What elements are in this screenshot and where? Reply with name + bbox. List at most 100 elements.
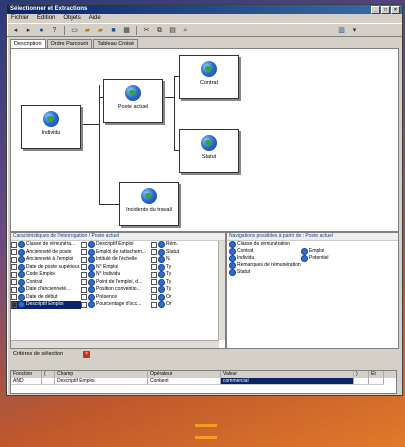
checkbox[interactable] [151, 271, 157, 278]
list-item[interactable]: Classe de rémunéra... [11, 241, 81, 249]
node-individu[interactable]: Individu [21, 105, 81, 149]
checkbox[interactable] [11, 294, 17, 301]
list-item[interactable]: Intitulé de l'échelle [81, 256, 151, 264]
column-header[interactable]: Et [369, 371, 384, 378]
grid-icon[interactable]: ▦ [121, 24, 132, 36]
help-icon[interactable]: ? [49, 24, 60, 36]
table-cell[interactable]: commercial [221, 378, 354, 385]
list-item[interactable]: Date de poste supérieur... [11, 264, 81, 272]
menu-fichier[interactable]: Fichier [11, 14, 29, 23]
node-incidents[interactable]: Incidents du travail [119, 182, 179, 226]
column-header[interactable]: ) [354, 371, 369, 378]
node-poste-actuel[interactable]: Poste actuel [103, 79, 163, 123]
checkbox[interactable] [151, 241, 157, 248]
checkbox[interactable] [81, 271, 87, 278]
list-item[interactable]: N. [151, 256, 217, 264]
list-item[interactable]: Rém. [151, 241, 217, 249]
list-item[interactable]: Descriptif Emploi [81, 241, 151, 249]
checkbox[interactable] [81, 294, 87, 301]
maximize-icon[interactable]: □ [381, 6, 390, 14]
table-cell[interactable] [354, 378, 369, 385]
list-item[interactable]: Pourcentage d'occ... [81, 301, 151, 309]
checkbox[interactable] [151, 294, 157, 301]
checkbox[interactable] [11, 271, 17, 278]
checkbox[interactable] [11, 286, 17, 293]
find-icon[interactable]: ⌕ [180, 24, 191, 36]
tab-ordre-parcourir[interactable]: Ordre Parcourir [46, 39, 93, 48]
checkbox[interactable] [81, 301, 87, 308]
checkbox[interactable] [81, 241, 87, 248]
checkbox[interactable] [81, 279, 87, 286]
close-icon[interactable]: × [391, 6, 400, 14]
column-header[interactable]: Opérateur [148, 371, 221, 378]
list-item[interactable]: Statut [151, 249, 217, 257]
list-item[interactable]: Ty [151, 279, 217, 287]
copy-icon[interactable]: ⧉ [154, 24, 165, 36]
navigation-item[interactable]: Individu [227, 255, 299, 262]
navigation-item[interactable]: Classe de rémunération [227, 241, 377, 248]
save-icon[interactable]: ■ [108, 24, 119, 36]
new-icon[interactable]: ▭ [69, 24, 80, 36]
navigation-item[interactable]: Remarques de rémunération [227, 262, 377, 269]
cut-icon[interactable]: ✂ [141, 24, 152, 36]
view-icon[interactable]: ▥ [336, 24, 347, 36]
checkbox[interactable] [151, 286, 157, 293]
checkbox[interactable] [151, 264, 157, 271]
tab-description[interactable]: Description [10, 39, 46, 48]
table-cell[interactable]: Descriptif Emploi [55, 378, 148, 385]
minimize-icon[interactable]: _ [371, 6, 380, 14]
checkbox[interactable] [11, 279, 17, 286]
checkbox[interactable] [151, 301, 157, 308]
table-cell[interactable] [42, 378, 55, 385]
navigation-item[interactable]: Statut [227, 269, 377, 276]
navigation-item[interactable]: Contrat [227, 248, 299, 255]
tab-tableau-croise[interactable]: Tableau Croisé [93, 39, 139, 48]
list-item[interactable]: Ty [151, 271, 217, 279]
column-header[interactable]: Champ [55, 371, 148, 378]
forward-icon[interactable]: ▸ [23, 24, 34, 36]
menu-edition[interactable]: Édition [37, 14, 55, 23]
checkbox[interactable] [81, 286, 87, 293]
list-item[interactable]: Contrat [11, 279, 81, 287]
node-contrat[interactable]: Contrat [179, 55, 239, 99]
list-item[interactable]: Ty [151, 264, 217, 272]
checkbox[interactable] [11, 256, 17, 263]
list-item[interactable]: Code Emploi [11, 271, 81, 279]
list-item[interactable]: N° Individu [81, 271, 151, 279]
checkbox[interactable] [151, 279, 157, 286]
navigation-item[interactable]: Potentiel [299, 255, 371, 262]
checkbox[interactable] [11, 264, 17, 271]
list-item[interactable]: Point de l'emploi, d... [81, 279, 151, 287]
list-item[interactable]: Ancienneté à l'emploi [11, 256, 81, 264]
list-item[interactable]: Ancienneté de poste [11, 249, 81, 257]
column-header[interactable]: ( [42, 371, 55, 378]
menu-objets[interactable]: Objets [63, 14, 80, 23]
list-item[interactable]: Position conventio... [81, 286, 151, 294]
list-item[interactable]: Présence [81, 294, 151, 302]
list-item[interactable]: Ty [151, 286, 217, 294]
checkbox[interactable] [151, 249, 157, 256]
dropdown-icon[interactable]: ▾ [349, 24, 360, 36]
checkbox[interactable] [151, 256, 157, 263]
list-item[interactable]: Date de début [11, 294, 81, 302]
paste-icon[interactable]: ▤ [167, 24, 178, 36]
back-icon[interactable]: ◂ [10, 24, 21, 36]
list-item[interactable]: Date d'ancienneté... [11, 286, 81, 294]
navigation-item[interactable]: Emploi [299, 248, 371, 255]
horizontal-scrollbar[interactable] [11, 340, 219, 348]
checkbox[interactable] [81, 264, 87, 271]
list-item[interactable]: Emploi de rattachem... [81, 249, 151, 257]
checkbox[interactable] [81, 256, 87, 263]
checkbox[interactable] [11, 301, 17, 308]
table-cell[interactable]: Contient [148, 378, 221, 385]
list-item[interactable]: N° Emploi [81, 264, 151, 272]
vertical-scrollbar[interactable] [218, 241, 225, 340]
table-cell[interactable] [369, 378, 384, 385]
node-statut[interactable]: Statut [179, 129, 239, 173]
list-item[interactable]: Descriptif Emploi [11, 301, 81, 309]
globe-icon[interactable]: ● [36, 24, 47, 36]
list-item[interactable]: Or [151, 294, 217, 302]
delete-criteria-icon[interactable]: × [83, 351, 91, 358]
table-cell[interactable]: AND [11, 378, 42, 385]
checkbox[interactable] [11, 241, 17, 248]
